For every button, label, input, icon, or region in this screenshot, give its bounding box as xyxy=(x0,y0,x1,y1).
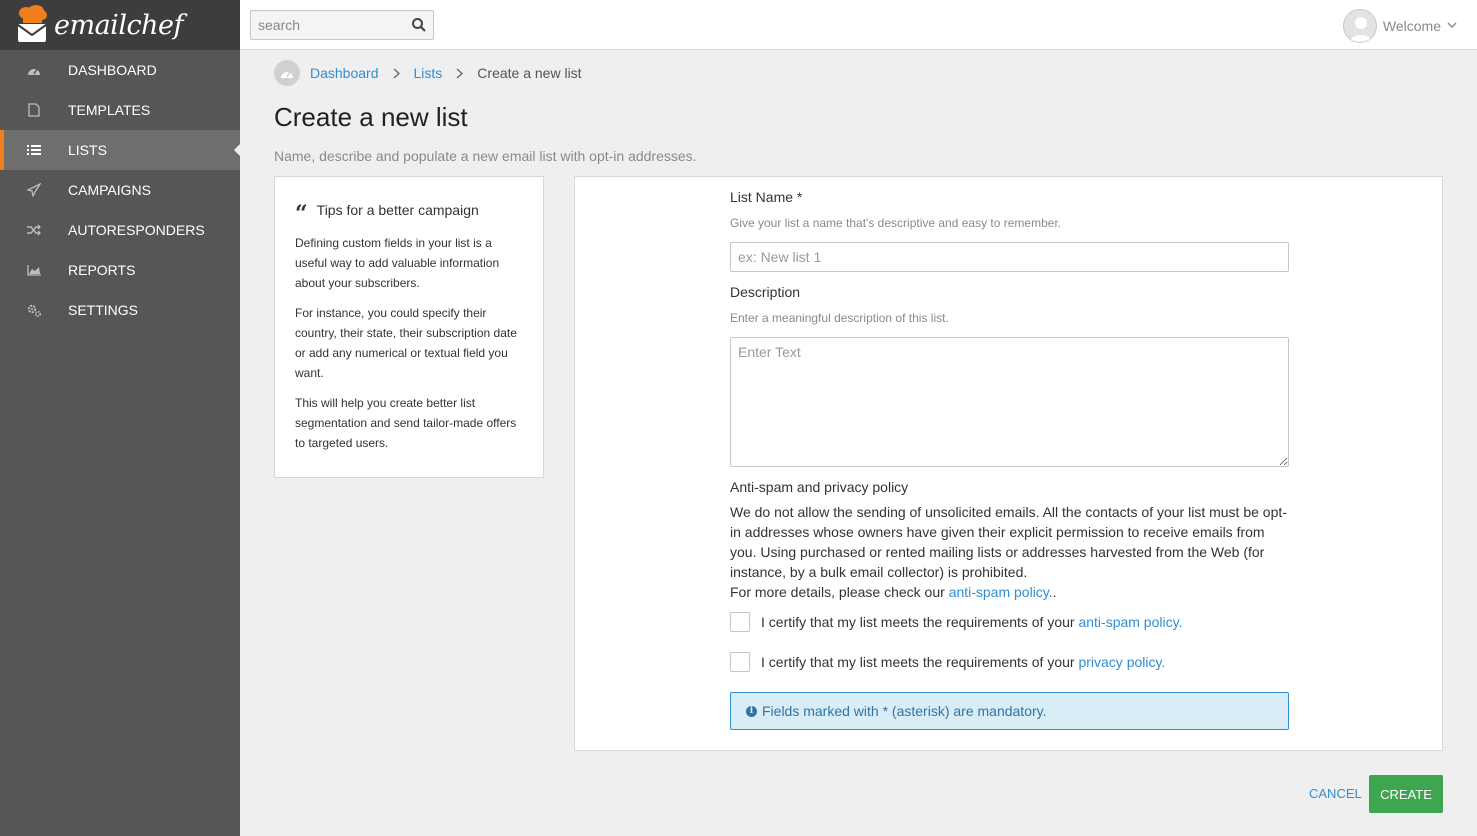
description-label: Description xyxy=(730,284,801,300)
gears-icon xyxy=(26,302,42,318)
sidebar-item-lists[interactable]: LISTS xyxy=(0,130,240,170)
paper-plane-icon xyxy=(26,182,42,198)
chevron-down-icon xyxy=(1447,15,1457,33)
chevron-right-icon xyxy=(456,68,464,79)
file-icon xyxy=(26,102,42,118)
user-menu[interactable]: Welcome xyxy=(1342,9,1457,43)
list-icon xyxy=(26,142,42,158)
create-list-form: List Name * Give your list a name that's… xyxy=(574,176,1443,751)
logo[interactable]: emailchef xyxy=(0,0,240,50)
certify-privacy-label: I certify that my list meets the require… xyxy=(761,654,1075,670)
sidebar-item-templates[interactable]: TEMPLATES xyxy=(0,90,240,130)
chevron-right-icon xyxy=(393,68,400,79)
anti-spam-policy-link[interactable]: anti-spam policy. xyxy=(949,584,1053,600)
policy-more-prefix: For more details, please check our xyxy=(730,584,949,600)
tips-header: “ Tips for a better campaign xyxy=(295,199,523,227)
policy-more-suffix: . xyxy=(1052,584,1057,600)
sidebar-item-label: TEMPLATES xyxy=(68,102,151,118)
logo-text: emailchef xyxy=(54,9,183,41)
policy-title: Anti-spam and privacy policy xyxy=(730,479,909,495)
tips-panel: “ Tips for a better campaign Defining cu… xyxy=(274,176,544,478)
breadcrumb-dashboard-link[interactable]: Dashboard xyxy=(310,65,379,81)
search-icon[interactable] xyxy=(411,17,427,33)
sidebar-item-dashboard[interactable]: DASHBOARD xyxy=(0,50,240,90)
list-name-help: Give your list a name that's descriptive… xyxy=(730,216,1062,230)
tips-paragraph: Defining custom fields in your list is a… xyxy=(295,236,500,290)
list-name-input[interactable] xyxy=(730,242,1289,272)
sidebar-item-label: AUTORESPONDERS xyxy=(68,222,205,238)
certify-privacy-link[interactable]: privacy policy. xyxy=(1078,654,1165,670)
tips-paragraph: For instance, you could specify their co… xyxy=(295,306,517,380)
area-chart-icon xyxy=(26,262,42,278)
sidebar-item-autoresponders[interactable]: AUTORESPONDERS xyxy=(0,210,240,250)
avatar xyxy=(1342,9,1377,43)
list-name-label: List Name * xyxy=(730,189,803,205)
search-box xyxy=(250,10,434,40)
info-icon: i xyxy=(746,705,757,717)
certify-privacy-checkbox[interactable] xyxy=(730,652,750,672)
sidebar-item-label: LISTS xyxy=(68,142,107,158)
page-subtitle: Name, describe and populate a new email … xyxy=(274,148,697,164)
certify-anti-spam-row: I certify that my list meets the require… xyxy=(730,612,1289,632)
description-textarea[interactable] xyxy=(730,337,1289,467)
certify-anti-spam-checkbox[interactable] xyxy=(730,612,750,632)
breadcrumb-lists-link[interactable]: Lists xyxy=(414,65,443,81)
policy-body: We do not allow the sending of unsolicit… xyxy=(730,504,1287,580)
mandatory-info-box: i Fields marked with * (asterisk) are ma… xyxy=(730,692,1289,730)
sidebar-item-campaigns[interactable]: CAMPAIGNS xyxy=(0,170,240,210)
certify-anti-spam-label: I certify that my list meets the require… xyxy=(761,614,1075,630)
sidebar-item-label: CAMPAIGNS xyxy=(68,182,151,198)
breadcrumb: Dashboard Lists Create a new list xyxy=(274,60,582,86)
mandatory-note: Fields marked with * (asterisk) are mand… xyxy=(762,703,1047,719)
sidebar-item-label: DASHBOARD xyxy=(68,62,157,78)
certify-privacy-row: I certify that my list meets the require… xyxy=(730,652,1289,672)
quote-icon: “ xyxy=(295,201,308,227)
shuffle-icon xyxy=(26,222,42,238)
chef-hat-envelope-icon xyxy=(16,5,48,45)
certify-anti-spam-link[interactable]: anti-spam policy. xyxy=(1078,614,1182,630)
sidebar-item-settings[interactable]: SETTINGS xyxy=(0,290,240,330)
breadcrumb-current: Create a new list xyxy=(477,65,582,81)
create-button[interactable]: CREATE xyxy=(1369,775,1443,813)
tips-paragraph: This will help you create better list se… xyxy=(295,396,517,450)
sidebar-item-label: REPORTS xyxy=(68,262,136,278)
sidebar-item-label: SETTINGS xyxy=(68,302,139,318)
sidebar-item-reports[interactable]: REPORTS xyxy=(0,250,240,290)
search-input[interactable] xyxy=(251,11,401,39)
top-bar: Welcome xyxy=(240,0,1477,50)
description-help: Enter a meaningful description of this l… xyxy=(730,311,949,325)
sidebar: emailchef DASHBOARD TEMPLATES LISTS CAMP… xyxy=(0,0,240,836)
tips-title: Tips for a better campaign xyxy=(316,202,479,218)
cancel-button[interactable]: CANCEL xyxy=(1309,786,1362,801)
welcome-label: Welcome xyxy=(1382,18,1441,34)
page-title: Create a new list xyxy=(274,102,468,132)
dashboard-icon xyxy=(26,62,42,78)
dashboard-home-icon[interactable] xyxy=(274,60,300,86)
policy-text: We do not allow the sending of unsolicit… xyxy=(730,502,1289,602)
